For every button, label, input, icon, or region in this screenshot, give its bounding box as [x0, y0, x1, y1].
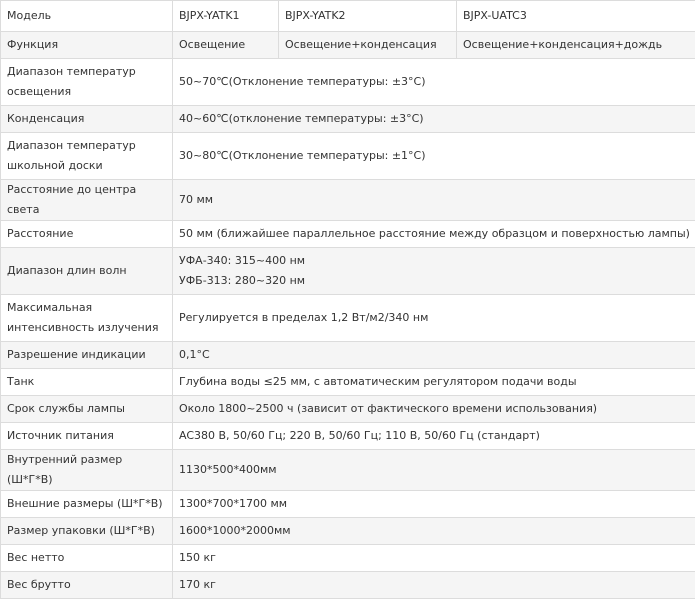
table-row: Внутренний размер (Ш*Г*В) 1130*500*400мм	[1, 450, 695, 491]
row-value: Регулируется в пределах 1,2 Вт/м2/340 нм	[173, 295, 695, 342]
row-label: Модель	[1, 1, 173, 32]
row-value: Около 1800~2500 ч (зависит от фактическо…	[173, 396, 695, 423]
row-label: Диапазон температур школьной доски	[1, 133, 173, 180]
cell-model-1: BJPX-YATK1	[173, 1, 279, 32]
row-value: 1600*1000*2000мм	[173, 518, 695, 545]
row-value: 50~70℃(Отклонение температуры: ±3°C)	[173, 59, 695, 106]
table-row: Расстояние до центра света 70 мм	[1, 180, 695, 221]
row-label: Максимальная интенсивность излучения	[1, 295, 173, 342]
row-value: 170 кг	[173, 572, 695, 599]
row-value: УФА-340: 315~400 нм УФБ-313: 280~320 нм	[173, 248, 695, 295]
cell-model-2: BJPX-YATK2	[279, 1, 457, 32]
row-value: 50 мм (ближайшее параллельное расстояние…	[173, 221, 695, 248]
row-label: Расстояние до центра света	[1, 180, 173, 221]
row-label: Внешние размеры (Ш*Г*В)	[1, 491, 173, 518]
cell-function-2: Освещение+конденсация	[279, 32, 457, 59]
table-row: Диапазон температур освещения 50~70℃(Отк…	[1, 59, 695, 106]
wavelength-line-uvb: УФБ-313: 280~320 нм	[179, 271, 689, 291]
table-row-function: Функция Освещение Освещение+конденсация …	[1, 32, 695, 59]
table-row: Вес брутто 170 кг	[1, 572, 695, 599]
row-label: Источник питания	[1, 423, 173, 450]
row-label: Размер упаковки (Ш*Г*В)	[1, 518, 173, 545]
row-value: 1130*500*400мм	[173, 450, 695, 491]
row-value: 40~60℃(отклонение температуры: ±3°C)	[173, 106, 695, 133]
row-value: 1300*700*1700 мм	[173, 491, 695, 518]
spec-table: Модель BJPX-YATK1 BJPX-YATK2 BJPX-UATC3 …	[0, 0, 695, 599]
row-value: 70 мм	[173, 180, 695, 221]
cell-function-3: Освещение+конденсация+дождь	[457, 32, 695, 59]
row-label: Срок службы лампы	[1, 396, 173, 423]
table-row: Источник питания AC380 В, 50/60 Гц; 220 …	[1, 423, 695, 450]
table-row: Внешние размеры (Ш*Г*В) 1300*700*1700 мм	[1, 491, 695, 518]
row-value: 30~80℃(Отклонение температуры: ±1°C)	[173, 133, 695, 180]
table-row: Диапазон длин волн УФА-340: 315~400 нм У…	[1, 248, 695, 295]
cell-function-1: Освещение	[173, 32, 279, 59]
row-value: 150 кг	[173, 545, 695, 572]
row-label: Диапазон длин волн	[1, 248, 173, 295]
cell-model-3: BJPX-UATC3	[457, 1, 695, 32]
table-row: Вес нетто 150 кг	[1, 545, 695, 572]
table-row: Конденсация 40~60℃(отклонение температур…	[1, 106, 695, 133]
row-label: Диапазон температур освещения	[1, 59, 173, 106]
row-label: Танк	[1, 369, 173, 396]
row-value: AC380 В, 50/60 Гц; 220 В, 50/60 Гц; 110 …	[173, 423, 695, 450]
row-value: 0,1°C	[173, 342, 695, 369]
row-label: Вес нетто	[1, 545, 173, 572]
table-row: Диапазон температур школьной доски 30~80…	[1, 133, 695, 180]
table-row: Разрешение индикации 0,1°C	[1, 342, 695, 369]
row-label: Функция	[1, 32, 173, 59]
row-label: Расстояние	[1, 221, 173, 248]
table-row-model: Модель BJPX-YATK1 BJPX-YATK2 BJPX-UATC3	[1, 1, 695, 32]
table-row: Срок службы лампы Около 1800~2500 ч (зав…	[1, 396, 695, 423]
table-row: Танк Глубина воды ≤25 мм, с автоматическ…	[1, 369, 695, 396]
row-label: Вес брутто	[1, 572, 173, 599]
table-row: Максимальная интенсивность излучения Рег…	[1, 295, 695, 342]
table-row: Размер упаковки (Ш*Г*В) 1600*1000*2000мм	[1, 518, 695, 545]
row-label: Внутренний размер (Ш*Г*В)	[1, 450, 173, 491]
wavelength-line-uva: УФА-340: 315~400 нм	[179, 251, 689, 271]
row-value: Глубина воды ≤25 мм, с автоматическим ре…	[173, 369, 695, 396]
row-label: Разрешение индикации	[1, 342, 173, 369]
row-label: Конденсация	[1, 106, 173, 133]
table-row: Расстояние 50 мм (ближайшее параллельное…	[1, 221, 695, 248]
